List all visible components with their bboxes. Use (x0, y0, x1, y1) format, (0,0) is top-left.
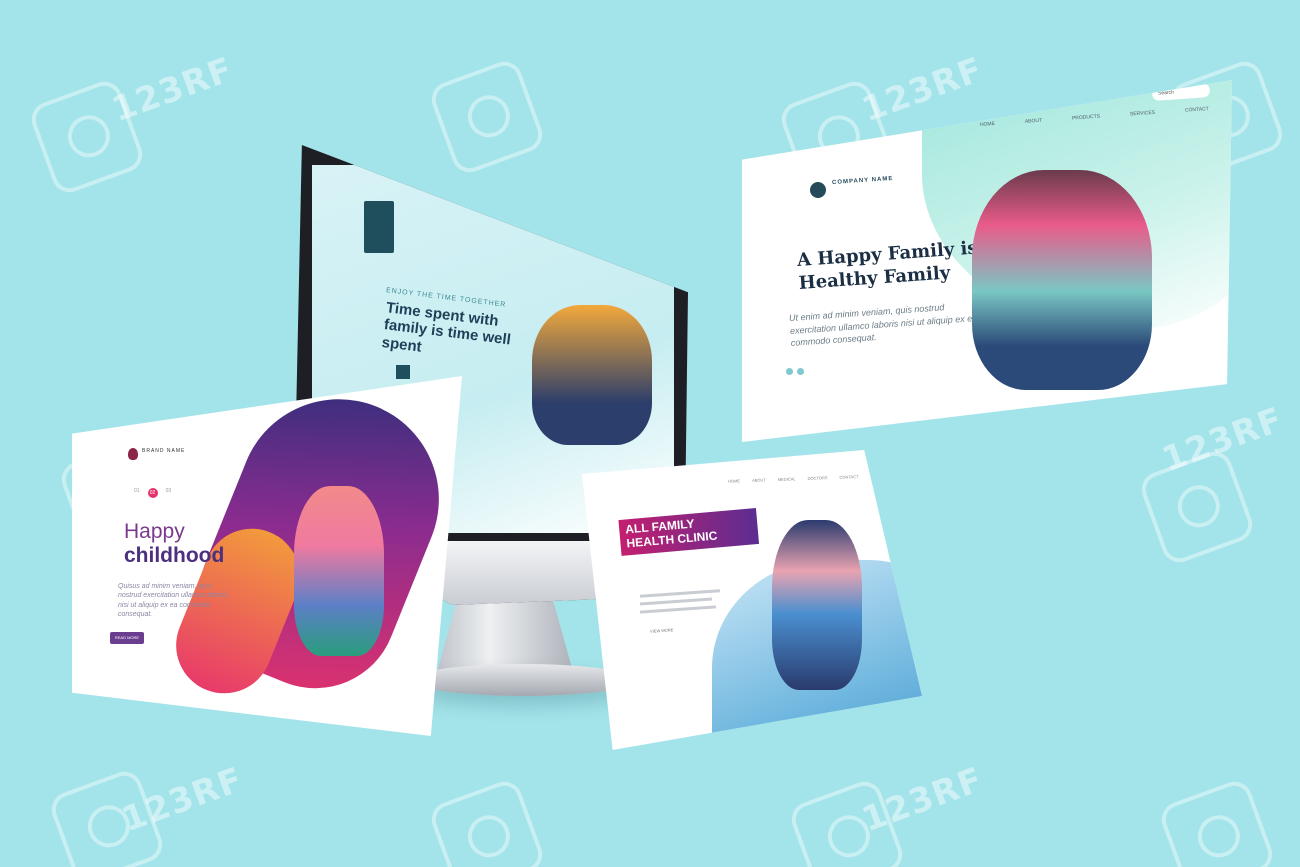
family-illustration (772, 520, 862, 690)
monitor-cta-button[interactable] (396, 365, 410, 379)
slider-dots[interactable] (786, 368, 804, 375)
top-nav: HOME ABOUT MEDICAL DOCTORS CONTACT BLOG (728, 473, 882, 483)
text-placeholder-line (639, 605, 717, 614)
monitor-stand-base (410, 664, 636, 696)
watermark-text: 123RF (106, 49, 239, 131)
landing-page-clinic: medical HOME ABOUT MEDICAL DOCTORS CONTA… (582, 450, 922, 750)
hero-title: A Happy Family is a Healthy Family (796, 236, 997, 294)
watermark-text: 123RF (116, 759, 249, 841)
couple-illustration (972, 170, 1152, 390)
nav-item-home[interactable]: HOME (980, 121, 995, 128)
monitor-headline: Time spent with family is time well spen… (380, 299, 512, 356)
family-illustration (532, 305, 652, 445)
nav-item-about[interactable]: ABOUT (1025, 118, 1043, 125)
nav-item[interactable]: DOCTORS (807, 475, 827, 481)
company-name: COMPANY NAME (831, 175, 894, 187)
landing-page-childhood: BRAND NAME 01 02 03 Happy childhood Quis… (72, 376, 462, 736)
brand-logo-icon (128, 448, 138, 460)
watermark-text: 123RF (856, 759, 989, 841)
pager-item-active[interactable]: 02 (147, 488, 158, 498)
view-more-link[interactable]: VIEW MORE (650, 627, 674, 634)
hero-body: Quisus ad minim veniam, quis nostrud exe… (118, 583, 228, 619)
composition: 123RF 123RF 123RF 123RF 123RF ENJOY THE … (0, 0, 1300, 867)
nav-item[interactable]: HOME (728, 478, 740, 483)
text-placeholder-line (639, 589, 721, 598)
mother-child-illustration (294, 486, 384, 656)
watermark-text: 123RF (856, 49, 989, 131)
nav-item[interactable]: MEDICAL (778, 476, 796, 482)
clinic-banner: ALL FAMILY HEALTH CLINIC (618, 508, 760, 556)
watermark-badge-icon (426, 776, 548, 867)
brand-name: BRAND NAME (142, 448, 186, 454)
nav-item[interactable]: BLOG (870, 473, 881, 478)
read-more-button[interactable]: READ MORE (110, 632, 144, 644)
nav-item[interactable]: CONTACT (839, 474, 858, 480)
nav-item[interactable]: ABOUT (752, 477, 766, 482)
monitor-site-logo (364, 201, 394, 253)
hero-body: Ut enim ad minim veniam, quis nostrud ex… (788, 302, 978, 349)
hero-title-line1: Happy (124, 520, 185, 543)
pager[interactable]: 01 02 03 (134, 488, 171, 498)
hero-title-line2: childhood (124, 544, 225, 568)
pager-item[interactable]: 03 (166, 488, 172, 498)
watermark-badge-icon (426, 56, 548, 178)
text-placeholder-line (639, 597, 713, 606)
watermark-badge-icon (1156, 776, 1278, 867)
hero-title: Happy childhood (124, 520, 224, 568)
monitor-stand-neck (437, 600, 573, 670)
company-logo-icon (810, 182, 826, 198)
pager-item[interactable]: 01 (134, 488, 140, 498)
